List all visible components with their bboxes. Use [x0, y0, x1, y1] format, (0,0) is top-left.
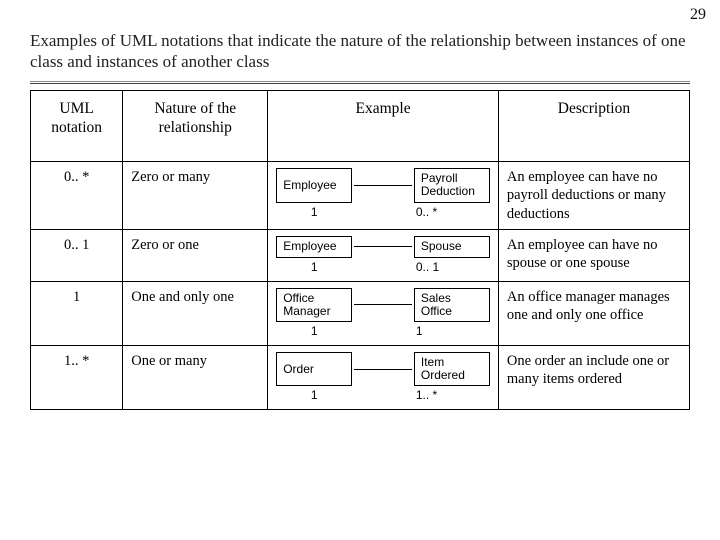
- cell-notation: 1: [31, 281, 123, 345]
- table-row: 0.. * Zero or many Employee Payroll Dedu…: [31, 162, 690, 229]
- cell-notation: 1.. *: [31, 346, 123, 410]
- uml-mult-left: 1: [276, 260, 352, 275]
- uml-class-right: Item Ordered: [414, 352, 490, 386]
- cell-nature: One or many: [123, 346, 268, 410]
- uml-mult-right: 1.. *: [414, 388, 490, 403]
- uml-class-left: Employee: [276, 168, 352, 202]
- uml-class-right: Payroll Deduction: [414, 168, 490, 202]
- cell-description: An office manager manages one and only o…: [498, 281, 689, 345]
- table-header-row: UML notation Nature of the relationship …: [31, 90, 690, 162]
- cell-nature: One and only one: [123, 281, 268, 345]
- uml-mult-right: 1: [414, 324, 490, 339]
- uml-class-left: Employee: [276, 236, 352, 258]
- header-example: Example: [268, 90, 499, 162]
- uml-mult-left: 1: [276, 388, 352, 403]
- uml-mult-right: 0.. 1: [414, 260, 490, 275]
- uml-mult-left: 1: [276, 205, 352, 220]
- uml-class-right: Sales Office: [414, 288, 490, 322]
- uml-association-line: [354, 304, 412, 305]
- table-row: 1 One and only one Office Manager Sales …: [31, 281, 690, 345]
- cell-nature: Zero or one: [123, 229, 268, 281]
- header-nature: Nature of the relationship: [123, 90, 268, 162]
- table-row: 0.. 1 Zero or one Employee Spouse 1 0.. …: [31, 229, 690, 281]
- cell-nature: Zero or many: [123, 162, 268, 229]
- cell-description: An employee can have no spouse or one sp…: [498, 229, 689, 281]
- cell-description: One order an include one or many items o…: [498, 346, 689, 410]
- uml-association-line: [354, 185, 412, 186]
- page-number: 29: [690, 6, 706, 24]
- header-notation: UML notation: [31, 90, 123, 162]
- uml-notation-table: UML notation Nature of the relationship …: [30, 90, 690, 411]
- cell-notation: 0.. 1: [31, 229, 123, 281]
- cell-description: An employee can have no payroll deductio…: [498, 162, 689, 229]
- cell-example: Employee Spouse 1 0.. 1: [268, 229, 499, 281]
- cell-example: Office Manager Sales Office 1 1: [268, 281, 499, 345]
- uml-mult-left: 1: [276, 324, 352, 339]
- uml-association-line: [354, 369, 412, 370]
- cell-example: Employee Payroll Deduction 1 0.. *: [268, 162, 499, 229]
- cell-notation: 0.. *: [31, 162, 123, 229]
- cell-example: Order Item Ordered 1 1.. *: [268, 346, 499, 410]
- uml-class-left: Order: [276, 352, 352, 386]
- uml-mult-right: 0.. *: [414, 205, 490, 220]
- uml-association-line: [354, 246, 412, 247]
- uml-class-left: Office Manager: [276, 288, 352, 322]
- table-row: 1.. * One or many Order Item Ordered 1 1…: [31, 346, 690, 410]
- header-description: Description: [498, 90, 689, 162]
- slide-title: Examples of UML notations that indicate …: [30, 30, 690, 73]
- title-rule: [30, 81, 690, 84]
- uml-class-right: Spouse: [414, 236, 490, 258]
